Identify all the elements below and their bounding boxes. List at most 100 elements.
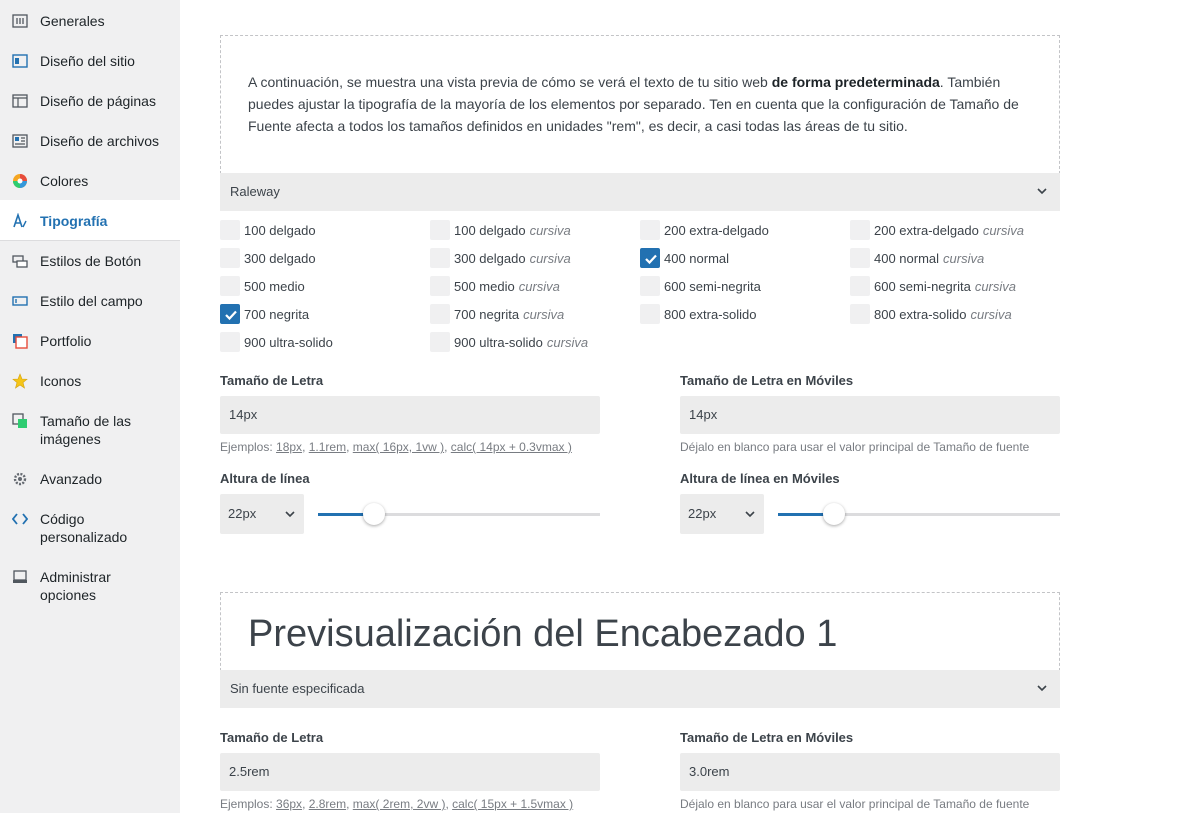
code-icon	[11, 511, 29, 527]
help-prefix: Ejemplos:	[220, 440, 277, 454]
mobile-font-size-label: Tamaño de Letra en Móviles	[680, 373, 854, 388]
example-value[interactable]: max( 16px, 1vw )	[353, 440, 444, 454]
h1-mobile-font-size-label: Tamaño de Letra en Móviles	[680, 730, 854, 745]
sidebar-item-tipografia[interactable]: Tipografía	[0, 200, 180, 241]
mobile-line-height-value: 22px	[688, 506, 717, 521]
chevron-down-icon	[284, 494, 296, 551]
sidebar-item-label: Diseño de archivos	[40, 133, 160, 149]
weight-italic-label: cursiva	[529, 222, 571, 238]
example-value[interactable]: 36px	[276, 797, 302, 811]
sidebar-item-generales[interactable]: Generales	[0, 12, 180, 32]
weight-checkbox[interactable]	[640, 276, 660, 296]
font-weight-option[interactable]: 400 normal cursiva	[850, 247, 984, 269]
font-weight-option[interactable]: 100 delgado cursiva	[430, 219, 571, 241]
body-preview-box: A continuación, se muestra una vista pre…	[220, 35, 1060, 174]
h1-font-select-value: Sin fuente especificada	[230, 681, 365, 696]
weight-label: 100 delgado	[244, 222, 316, 238]
weight-italic-label: cursiva	[523, 306, 565, 322]
h1-font-size-input[interactable]: 2.5rem	[220, 753, 600, 791]
sliders-icon	[12, 13, 28, 29]
sidebar-item-estilo-del-campo[interactable]: Estilo del campo	[0, 292, 180, 312]
weight-checkbox[interactable]	[850, 276, 870, 296]
example-value[interactable]: 2.8rem	[309, 797, 346, 811]
h1-font-select[interactable]: Sin fuente especificada	[220, 670, 1060, 708]
body-font-select[interactable]: Raleway	[220, 173, 1060, 211]
sidebar-item-label: Estilos de Botón	[40, 253, 142, 269]
font-weight-option[interactable]: 800 extra-solido cursiva	[850, 303, 1012, 325]
font-weight-option[interactable]: 300 delgado	[220, 247, 316, 269]
weight-checkbox[interactable]	[430, 220, 450, 240]
weight-italic-label: cursiva	[982, 222, 1024, 238]
example-value[interactable]: max( 2rem, 2vw )	[353, 797, 446, 811]
font-weight-option[interactable]: 100 delgado	[220, 219, 316, 241]
weight-checkbox[interactable]	[220, 276, 240, 296]
font-weight-option[interactable]: 600 semi-negrita	[640, 275, 761, 297]
sidebar-item-administrar-opciones[interactable]: Administrar opciones	[0, 568, 180, 608]
weight-checkbox[interactable]	[430, 276, 450, 296]
sidebar-item-diseno-de-archivos[interactable]: Diseño de archivos	[0, 132, 180, 152]
h1-mobile-font-size-input[interactable]: 3.0rem	[680, 753, 1060, 791]
weight-checkbox[interactable]	[430, 304, 450, 324]
line-height-select[interactable]: 22px	[220, 494, 304, 534]
font-weight-option[interactable]: 800 extra-solido	[640, 303, 757, 325]
weight-label: 400 normal	[664, 250, 730, 266]
font-size-input[interactable]: 14px	[220, 396, 600, 434]
sidebar-item-colores[interactable]: Colores	[0, 172, 180, 192]
sidebar-item-iconos[interactable]: Iconos	[0, 372, 180, 392]
weight-italic-label: cursiva	[529, 250, 571, 266]
font-weight-option[interactable]: 600 semi-negrita cursiva	[850, 275, 1016, 297]
image-size-icon	[12, 413, 28, 429]
font-weight-option[interactable]: 300 delgado cursiva	[430, 247, 571, 269]
font-weight-option[interactable]: 200 extra-delgado	[640, 219, 769, 241]
weight-checkbox[interactable]	[430, 248, 450, 268]
example-value[interactable]: 18px	[276, 440, 302, 454]
font-weight-option[interactable]: 500 medio cursiva	[430, 275, 560, 297]
h1-preview-box: Previsualización del Encabezado 1	[220, 592, 1060, 671]
weight-label: 600 semi-negrita	[874, 278, 971, 294]
weight-checkbox[interactable]	[220, 220, 240, 240]
sidebar-item-portfolio[interactable]: Portfolio	[0, 332, 180, 352]
weight-checkbox[interactable]	[220, 248, 240, 268]
font-weight-option[interactable]: 400 normal	[640, 247, 729, 269]
slider-thumb[interactable]	[363, 503, 385, 525]
font-weight-option[interactable]: 500 medio	[220, 275, 305, 297]
weight-checkbox[interactable]	[850, 304, 870, 324]
help-prefix: Ejemplos:	[220, 797, 277, 811]
sidebar-item-label: Tamaño de las imágenes	[40, 413, 132, 447]
mobile-line-height-slider[interactable]	[778, 502, 1060, 526]
weight-checkbox[interactable]	[220, 304, 240, 324]
font-weight-option[interactable]: 200 extra-delgado cursiva	[850, 219, 1024, 241]
weight-checkbox[interactable]	[850, 248, 870, 268]
mobile-font-size-input[interactable]: 14px	[680, 396, 1060, 434]
font-weight-option[interactable]: 700 negrita cursiva	[430, 303, 564, 325]
line-height-label: Altura de línea	[220, 471, 310, 486]
example-value[interactable]: calc( 15px + 1.5vmax )	[452, 797, 573, 811]
line-height-slider[interactable]	[318, 502, 600, 526]
font-weight-option[interactable]: 900 ultra-solido	[220, 331, 333, 353]
chevron-down-icon	[1036, 173, 1048, 226]
weight-label: 700 negrita	[244, 306, 310, 322]
weight-checkbox[interactable]	[430, 332, 450, 352]
sidebar-item-diseno-del-sitio[interactable]: Diseño del sitio	[0, 52, 180, 72]
font-weight-option[interactable]: 700 negrita	[220, 303, 309, 325]
example-value[interactable]: 1.1rem	[309, 440, 346, 454]
font-weight-option[interactable]: 900 ultra-solido cursiva	[430, 331, 588, 353]
sidebar: Generales Diseño del sitio Diseño de págin…	[0, 0, 180, 813]
sidebar-item-tamano-de-las-imagenes[interactable]: Tamaño de las imágenes	[0, 412, 180, 452]
sidebar-item-estilos-de-boton[interactable]: Estilos de Botón	[0, 252, 180, 272]
weight-checkbox[interactable]	[640, 304, 660, 324]
weight-checkbox[interactable]	[640, 248, 660, 268]
weight-checkbox[interactable]	[850, 220, 870, 240]
example-value[interactable]: calc( 14px + 0.3vmax )	[451, 440, 572, 454]
sidebar-item-codigo-personalizado[interactable]: Código personalizado	[0, 510, 180, 550]
weight-checkbox[interactable]	[640, 220, 660, 240]
slider-thumb[interactable]	[823, 503, 845, 525]
mobile-line-height-select[interactable]: 22px	[680, 494, 764, 534]
weight-checkbox[interactable]	[220, 332, 240, 352]
font-size-label: Tamaño de Letra	[220, 373, 324, 388]
weight-italic-label: cursiva	[974, 278, 1017, 294]
sidebar-item-avanzado[interactable]: Avanzado	[0, 470, 180, 490]
body-preview-text: A continuación, se muestra una vista pre…	[248, 74, 1019, 134]
sidebar-item-diseno-de-paginas[interactable]: Diseño de páginas	[0, 92, 180, 112]
field-icon	[12, 293, 28, 309]
